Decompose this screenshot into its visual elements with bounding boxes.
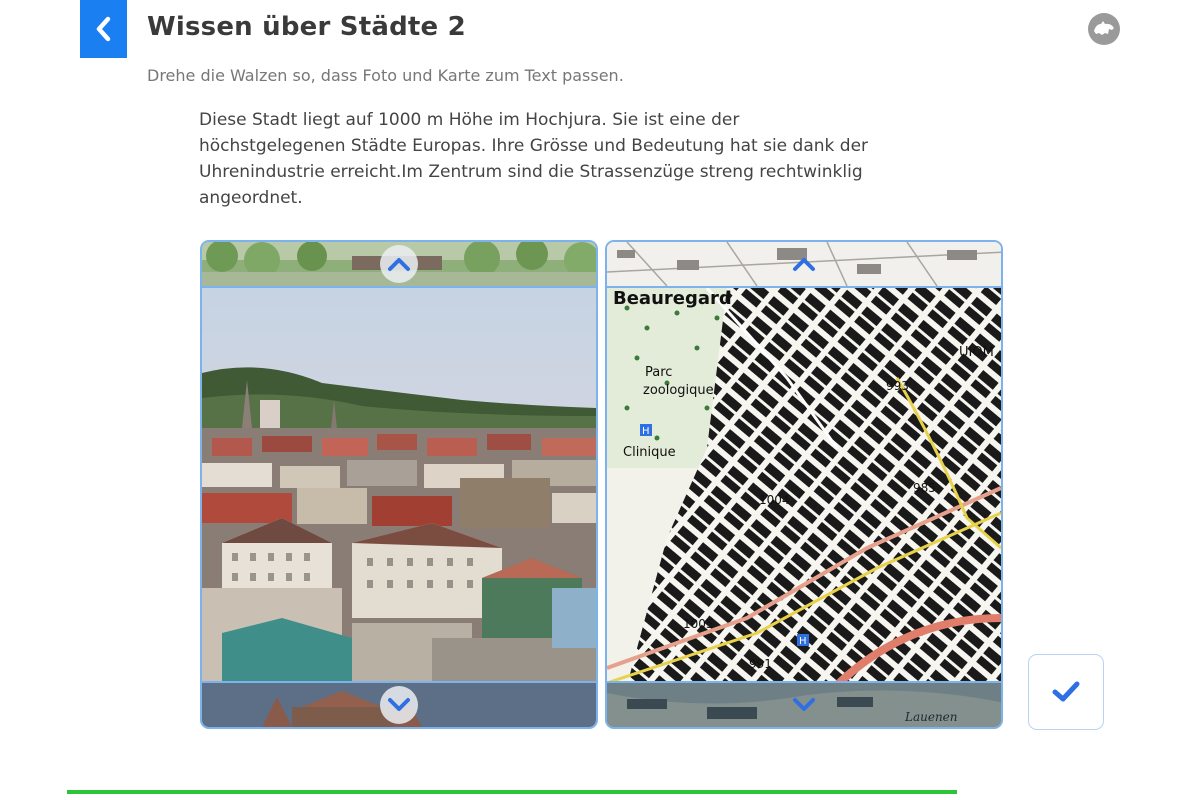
map-label-parc: Parc bbox=[645, 365, 672, 380]
photo-reel-down-button[interactable] bbox=[380, 686, 418, 724]
map-label-beauregard: Beauregard bbox=[613, 288, 732, 309]
page-title: Wissen über Städte 2 bbox=[147, 12, 466, 42]
progress-bar bbox=[67, 790, 957, 794]
svg-text:H: H bbox=[642, 426, 650, 437]
chevron-down-icon bbox=[793, 698, 815, 711]
mascot-icon[interactable] bbox=[1087, 12, 1121, 46]
map-label-zoologique: zoologique bbox=[643, 383, 714, 398]
map-reel-next-strip: Lauenen bbox=[607, 681, 1001, 727]
map-label-uiom: UIOM bbox=[959, 345, 994, 360]
map-label-1004: 1004 bbox=[759, 493, 790, 507]
chevron-left-icon bbox=[96, 16, 110, 42]
hospital-marker: H bbox=[797, 634, 809, 647]
city-map: Beauregard Parc zoologique Clinique UIOM… bbox=[607, 288, 1001, 681]
hospital-marker: H bbox=[640, 424, 652, 437]
map-label-985: 985 bbox=[913, 481, 936, 495]
map-label-1005: 1005 bbox=[683, 617, 714, 631]
svg-text:H: H bbox=[799, 636, 807, 647]
photo-reel-up-button[interactable] bbox=[380, 245, 418, 283]
back-button[interactable] bbox=[80, 0, 127, 58]
check-answer-button[interactable] bbox=[1028, 654, 1104, 730]
city-photo bbox=[202, 288, 596, 681]
map-label-991: 991 bbox=[749, 657, 772, 671]
map-reel-up-button[interactable] bbox=[785, 245, 823, 283]
photo-reel-next-strip bbox=[202, 681, 596, 727]
instruction-text: Drehe die Walzen so, dass Foto und Karte… bbox=[147, 66, 624, 85]
progress-fill bbox=[67, 790, 957, 794]
map-reel-down-button[interactable] bbox=[785, 686, 823, 724]
photo-reel[interactable] bbox=[200, 240, 598, 729]
chevron-up-icon bbox=[793, 258, 815, 271]
chevron-up-icon bbox=[388, 258, 410, 271]
map-reel[interactable]: Beauregard Parc zoologique Clinique UIOM… bbox=[605, 240, 1003, 729]
map-label-clinique: Clinique bbox=[623, 445, 676, 460]
checkmark-icon bbox=[1052, 681, 1080, 702]
photo-reel-prev-strip bbox=[202, 242, 596, 288]
map-label-993: 993 bbox=[886, 379, 909, 393]
chevron-down-icon bbox=[388, 698, 410, 711]
question-text: Diese Stadt liegt auf 1000 m Höhe im Hoc… bbox=[199, 110, 869, 208]
map-reel-prev-strip bbox=[607, 242, 1001, 288]
map-label-lauenen: Lauenen bbox=[904, 710, 958, 724]
